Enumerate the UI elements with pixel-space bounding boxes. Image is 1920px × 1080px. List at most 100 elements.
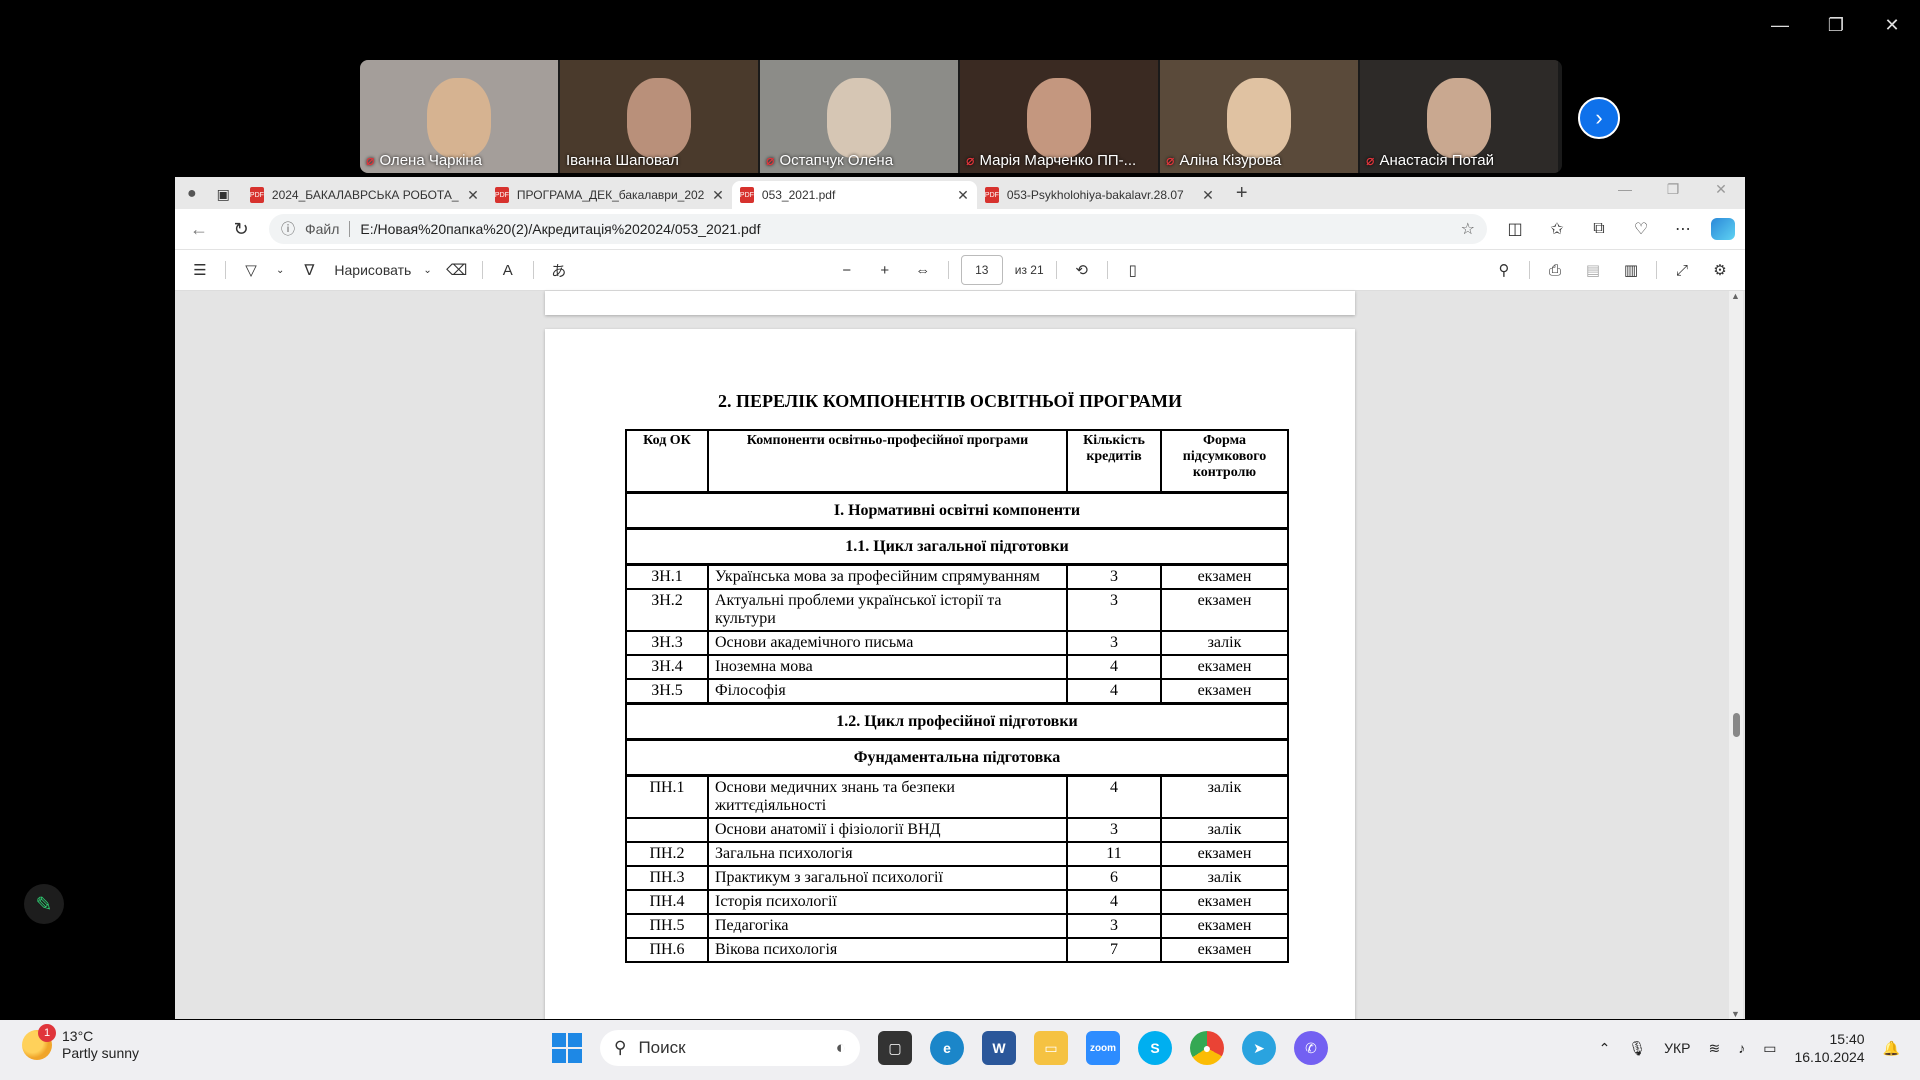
cell-name: Основи анатомії і фізіології ВНД [707,817,1068,843]
viber-icon[interactable]: ✆ [1294,1031,1328,1065]
file-explorer-icon[interactable]: ▭ [1034,1031,1068,1065]
restore-icon[interactable]: ❐ [1808,10,1864,40]
copilot-icon[interactable] [1711,218,1735,240]
fit-width-icon[interactable]: ⇔ [910,262,936,279]
clock-time: 15:40 [1829,1031,1865,1047]
chevron-down-icon[interactable]: ⌄ [276,265,284,276]
participant-tile[interactable]: ⌀ Аліна Кізурова [1160,60,1358,173]
participant-tile[interactable]: ⌀ Анастасія Потай [1360,60,1558,173]
cell-credits: 3 [1066,913,1162,939]
browser-essentials-icon[interactable]: ♡ [1627,219,1655,239]
tab-3[interactable]: PDF 053-Psykholohiya-bakalavr.28.07 ✕ [977,181,1222,209]
divider [947,261,949,279]
rotate-icon[interactable]: ⟲ [1069,261,1095,279]
scroll-down-icon[interactable]: ▼ [1731,1009,1740,1019]
participant-tile[interactable]: Іванна Шаповал [560,60,758,173]
battery-icon[interactable]: ▭ [1763,1040,1776,1057]
contents-icon[interactable]: ☰ [187,261,213,279]
start-button[interactable] [552,1033,582,1063]
word-icon[interactable]: W [982,1031,1016,1065]
print-icon[interactable]: ⎙ [1542,262,1568,279]
more-icon[interactable]: ⋯ [1669,219,1697,239]
participant-tile[interactable]: ⌀ Остапчук Олена [760,60,958,173]
microphone-icon[interactable]: 🎙 [1628,1040,1646,1057]
chrome-icon[interactable]: ● [1190,1031,1224,1065]
participant-tile[interactable]: ⌀ Марія Марченко ПП-... [960,60,1158,173]
tab-close-icon[interactable]: ✕ [712,187,724,204]
tab-0[interactable]: PDF 2024_БАКАЛАВРСЬКА РОБОТА_Е ✕ [242,181,487,209]
favorites-icon[interactable]: ✩ [1543,219,1571,239]
pdf-page: 2. ПЕРЕЛІК КОМПОНЕНТІВ ОСВІТНЬОЇ ПРОГРАМ… [545,329,1355,1019]
chevron-up-icon[interactable]: ⌃ [1599,1040,1611,1057]
tab-close-icon[interactable]: ✕ [467,187,479,204]
new-tab-button[interactable]: + [1222,182,1262,209]
search-icon[interactable]: ⚲ [1491,261,1517,279]
task-view-icon[interactable]: ▢ [878,1031,912,1065]
page-number-input[interactable]: 13 [960,255,1003,285]
url-box[interactable]: ⓘ Файл E:/Новая%20папка%20(2)/Акредитаці… [269,214,1487,244]
taskbar-search[interactable]: ⚲ Поиск ◐ [600,1030,860,1066]
annotate-pen-button[interactable]: ✎ [24,884,64,924]
next-participants-button[interactable]: › [1578,97,1620,139]
maximize-icon[interactable]: ❐ [1649,181,1697,198]
language-indicator[interactable]: УКР [1664,1040,1690,1056]
tab-close-icon[interactable]: ✕ [957,187,969,204]
page-view-icon[interactable]: ▯ [1120,261,1146,279]
wifi-icon[interactable]: ≋ [1709,1040,1721,1057]
draw-button[interactable]: Нарисовать [334,262,411,278]
participant-name-label: ⌀ Аліна Кізурова [1166,152,1281,169]
tab-close-icon[interactable]: ✕ [1202,187,1214,204]
notification-badge: 1 [38,1024,56,1042]
minimize-icon[interactable]: — [1752,10,1808,40]
volume-icon[interactable]: ♪ [1738,1040,1745,1056]
back-icon[interactable]: ← [185,219,213,240]
favorite-star-icon[interactable]: ☆ [1461,219,1475,239]
settings-gear-icon[interactable]: ⚙ [1707,261,1733,279]
participant-tile[interactable]: ⌀ Олена Чаркіна [360,60,558,173]
notifications-bell-icon[interactable]: 🔔 [1883,1040,1900,1057]
scroll-up-icon[interactable]: ▲ [1731,291,1740,301]
save-icon[interactable]: ▤ [1580,261,1606,279]
info-icon[interactable]: ⓘ [281,219,295,239]
eraser-icon[interactable]: ⌫ [444,261,470,279]
fullscreen-icon[interactable]: ⤢ [1669,262,1695,279]
chevron-down-icon[interactable]: ⌄ [423,265,431,276]
profile-icon[interactable]: ● [187,185,197,203]
vertical-scrollbar[interactable]: ▲ ▼ [1729,291,1743,1019]
read-aloud-icon[interactable]: A [495,262,521,279]
page-count: из 21 [1014,263,1044,277]
split-screen-icon[interactable]: ◫ [1501,219,1529,239]
save-as-icon[interactable]: ▥ [1618,261,1644,279]
cell-name: Актуальні проблеми української історії т… [707,588,1068,632]
highlight-icon[interactable]: ▽ [238,261,264,279]
table-row: ЗН.4 Іноземна мова 4 екзамен [625,654,1289,680]
edge-icon[interactable]: e [930,1031,964,1065]
url-text[interactable]: E:/Новая%20папка%20(2)/Акредитація%20202… [360,221,1450,237]
pdf-viewer[interactable]: 2. ПЕРЕЛІК КОМПОНЕНТІВ ОСВІТНЬОЇ ПРОГРАМ… [175,291,1745,1019]
divider [481,261,483,279]
tab-1[interactable]: PDF ПРОГРАМА_ДЕК_бакалаври_202 ✕ [487,181,732,209]
zoom-icon[interactable]: zoom [1086,1031,1120,1065]
zoom-window-controls: — ❐ ✕ [1752,10,1920,40]
draw-icon[interactable]: ∇ [296,261,322,279]
zoom-out-icon[interactable]: − [834,262,860,279]
telegram-icon[interactable]: ➤ [1242,1031,1276,1065]
close-icon[interactable]: ✕ [1864,10,1920,40]
translate-icon[interactable]: あ [546,260,572,281]
tab-2[interactable]: PDF 053_2021.pdf ✕ [731,181,977,209]
clock[interactable]: 15:40 16.10.2024 [1794,1030,1864,1066]
table-header-row: Код ОК Компоненти освітньо-професійної п… [625,429,1289,494]
refresh-icon[interactable]: ↻ [227,219,255,240]
minimize-icon[interactable]: — [1601,181,1649,198]
skype-icon[interactable]: S [1138,1031,1172,1065]
close-icon[interactable]: ✕ [1697,181,1745,198]
zoom-in-icon[interactable]: + [872,262,898,279]
cell-form: залік [1160,865,1289,891]
divider [532,261,534,279]
scrollbar-thumb[interactable] [1733,713,1740,737]
tab-actions-icon[interactable]: ▣ [217,186,230,203]
collections-icon[interactable]: ⧉ [1585,220,1613,238]
header-name: Компоненти освітньо-професійної програми [707,429,1068,494]
cell-credits: 3 [1066,630,1162,656]
weather-widget[interactable]: 1 13°C Partly sunny [22,1024,139,1062]
